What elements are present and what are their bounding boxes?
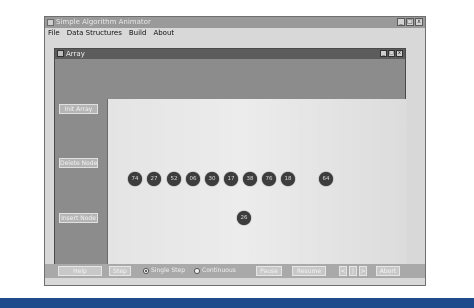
insert-node-button[interactable]: Insert Node (59, 213, 98, 223)
main-title-bar[interactable]: Simple Algorithm Animator _ □ x (45, 17, 425, 28)
help-button[interactable]: Help (58, 266, 102, 276)
delete-node-button[interactable]: Delete Node (59, 158, 98, 168)
resume-button[interactable]: Resume (292, 266, 326, 276)
bottom-accent-bar (0, 298, 474, 308)
faster-button[interactable]: > (359, 266, 367, 276)
array-node: 76 (262, 172, 276, 186)
menu-build[interactable]: Build (129, 28, 147, 39)
init-array-button[interactable]: Init Array (59, 104, 98, 114)
abort-button[interactable]: Abort (376, 266, 400, 276)
continuous-label: Continuous (202, 267, 236, 274)
array-node: 06 (186, 172, 200, 186)
array-window-icon (57, 50, 64, 57)
array-node: 30 (205, 172, 219, 186)
main-window: Simple Algorithm Animator _ □ x File Dat… (44, 16, 426, 286)
array-close-button[interactable]: x (396, 50, 403, 57)
array-title: Array (66, 50, 85, 58)
speed-indicator[interactable]: | (349, 266, 357, 276)
menu-file[interactable]: File (48, 28, 60, 39)
array-node: 52 (167, 172, 181, 186)
array-window: Array _ □ x Init Array Delete Node Inser… (54, 48, 407, 272)
array-node: 18 (281, 172, 295, 186)
continuous-radio[interactable] (194, 268, 200, 274)
floating-node: 26 (237, 211, 251, 225)
control-toolbar: Help Step Single Step Continuous Pause R… (45, 264, 425, 278)
single-step-radio[interactable] (143, 268, 149, 274)
single-step-label: Single Step (151, 267, 186, 274)
array-node: 74 (128, 172, 142, 186)
animation-canvas: 74 27 52 06 30 17 38 76 18 64 26 (107, 99, 407, 264)
array-minimize-button[interactable]: _ (380, 50, 387, 57)
array-maximize-button[interactable]: □ (388, 50, 395, 57)
array-node: 64 (319, 172, 333, 186)
main-window-controls: _ □ x (397, 18, 423, 26)
minimize-button[interactable]: _ (397, 18, 405, 26)
array-title-bar[interactable]: Array _ □ x (55, 49, 405, 59)
slower-button[interactable]: < (339, 266, 347, 276)
pause-button[interactable]: Pause (256, 266, 282, 276)
array-node: 38 (243, 172, 257, 186)
maximize-button[interactable]: □ (406, 18, 414, 26)
app-title: Simple Algorithm Animator (56, 18, 151, 26)
menu-about[interactable]: About (153, 28, 174, 39)
array-node: 27 (147, 172, 161, 186)
step-button[interactable]: Step (109, 266, 131, 276)
menu-bar: File Data Structures Build About (45, 28, 425, 39)
array-node: 17 (224, 172, 238, 186)
menu-data-structures[interactable]: Data Structures (67, 28, 122, 39)
app-icon (47, 19, 54, 26)
array-window-controls: _ □ x (380, 50, 403, 57)
close-button[interactable]: x (415, 18, 423, 26)
